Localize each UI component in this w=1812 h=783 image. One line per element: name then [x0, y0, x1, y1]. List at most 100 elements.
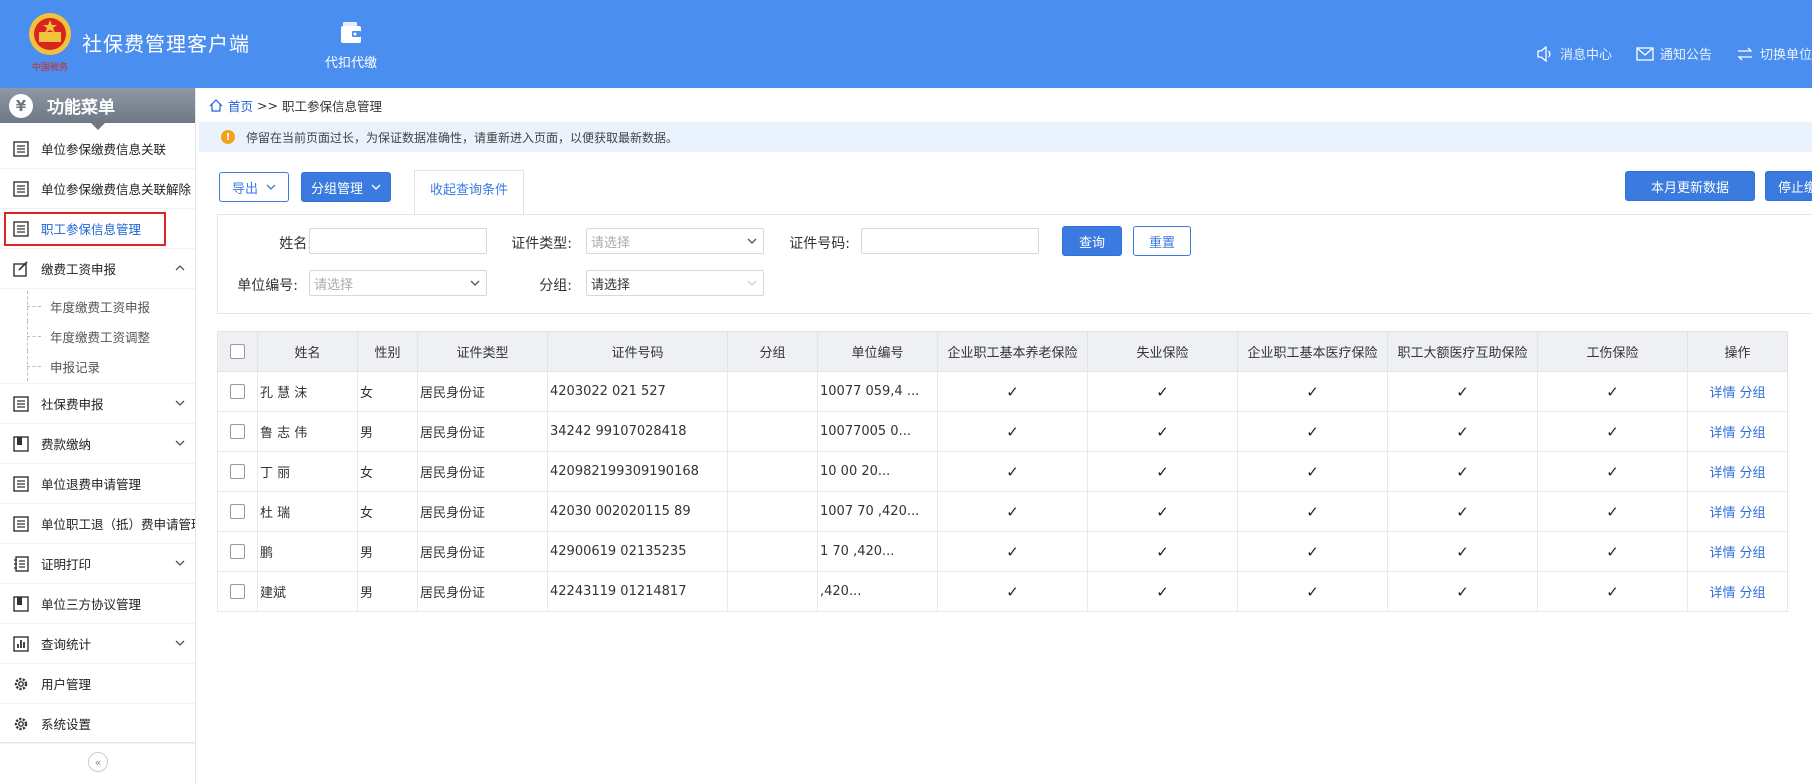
col-header-injury[interactable]: 工伤保险: [1537, 331, 1688, 372]
notice-link[interactable]: 通知公告: [1636, 44, 1712, 63]
national-emblem-icon: 中国税务: [29, 13, 71, 73]
col-header-major-medical[interactable]: 职工大额医疗互助保险: [1387, 331, 1538, 372]
sidebar-item-refund[interactable]: 单位退费申请管理: [0, 464, 195, 504]
chevron-down-icon: [747, 238, 757, 244]
group-manage-button[interactable]: 分组管理: [301, 172, 391, 202]
sidebar-subitem-annual-adjust[interactable]: 年度缴费工资调整: [0, 321, 195, 351]
breadcrumb-home-link[interactable]: 首页: [228, 96, 253, 115]
cell-gender: 男: [357, 571, 418, 612]
tab-collapse-filters[interactable]: 收起查询条件: [414, 170, 524, 214]
monthly-update-button[interactable]: 本月更新数据: [1625, 171, 1755, 201]
sidebar-item-certificate[interactable]: 证明打印: [0, 544, 195, 584]
unit-select[interactable]: 请选择: [309, 270, 487, 296]
notice-bar: ! 停留在当前页面过长，为保证数据准确性，请重新进入页面，以便获取最新数据。: [199, 122, 1812, 152]
swap-icon: [1737, 47, 1753, 60]
filter-panel: 姓名: 证件类型: 请选择 证件号码: 查询 重置 单位编号: 请选择 分组: …: [217, 214, 1812, 314]
group-link[interactable]: 分组: [1740, 586, 1766, 601]
sidebar-item-ss-declare[interactable]: 社保费申报: [0, 384, 195, 424]
group-link[interactable]: 分组: [1740, 426, 1766, 441]
sidebar-item-employee-refund[interactable]: 单位职工退（抵）费申请管理: [0, 504, 195, 544]
print-list-icon: [14, 555, 29, 572]
cell-major-medical-check: ✓: [1387, 411, 1538, 452]
cell-actions: 详情 分组: [1687, 531, 1788, 572]
group-select[interactable]: 请选择: [586, 270, 764, 296]
sidebar-item-wage-declare[interactable]: 缴费工资申报: [0, 249, 195, 289]
sidebar-item-payment[interactable]: 费款缴纳: [0, 424, 195, 464]
col-header-pension[interactable]: 企业职工基本养老保险: [937, 331, 1088, 372]
mail-icon: [1636, 46, 1654, 61]
speaker-icon: [1537, 45, 1551, 62]
sidebar-item-unit-link[interactable]: 单位参保缴费信息关联: [0, 129, 195, 169]
row-checkbox[interactable]: [230, 424, 245, 439]
sidebar-item-label: 用户管理: [41, 677, 92, 692]
row-checkbox[interactable]: [230, 384, 245, 399]
reset-button[interactable]: 重置: [1133, 226, 1191, 256]
sidebar-item-label: 缴费工资申报: [41, 262, 117, 277]
cell-injury-check: ✓: [1537, 491, 1688, 532]
chevron-down-icon: [470, 280, 480, 286]
col-header-actions: 操作: [1687, 331, 1788, 372]
sidebar-item-users[interactable]: 用户管理: [0, 664, 195, 704]
cell-name: 建斌: [257, 571, 358, 612]
detail-link[interactable]: 详情: [1709, 546, 1735, 561]
col-header-group[interactable]: 分组: [727, 331, 818, 372]
col-header-id-type[interactable]: 证件类型: [417, 331, 548, 372]
group-link[interactable]: 分组: [1740, 546, 1766, 561]
row-checkbox[interactable]: [230, 464, 245, 479]
sidebar-item-employee-info[interactable]: 职工参保信息管理: [0, 209, 195, 249]
cell-id-no: 420982199309190168: [547, 451, 728, 492]
sidebar-item-label: 费款缴纳: [41, 437, 92, 452]
select-all-checkbox[interactable]: [230, 344, 245, 359]
sidebar-item-statistics[interactable]: 查询统计: [0, 624, 195, 664]
export-label: 导出: [231, 181, 258, 197]
main-content: 首页 >> 职工参保信息管理 ! 停留在当前页面过长，为保证数据准确性，请重新进…: [197, 88, 1812, 783]
group-link[interactable]: 分组: [1740, 466, 1766, 481]
row-checkbox[interactable]: [230, 504, 245, 519]
detail-link[interactable]: 详情: [1709, 586, 1735, 601]
group-link[interactable]: 分组: [1740, 506, 1766, 521]
chevron-down-icon: [747, 280, 757, 286]
name-input[interactable]: [309, 228, 487, 254]
cell-group: [727, 451, 818, 492]
group-manage-label: 分组管理: [310, 181, 363, 197]
cell-medical-check: ✓: [1237, 571, 1388, 612]
sidebar-subitem-records[interactable]: 申报记录: [0, 351, 195, 381]
detail-link[interactable]: 详情: [1709, 386, 1735, 401]
cell-unit: ,420...: [817, 571, 938, 612]
id-type-select[interactable]: 请选择: [586, 228, 764, 254]
sidebar-item-settings[interactable]: 系统设置: [0, 704, 195, 744]
sidebar-item-label: 系统设置: [41, 717, 92, 732]
col-header-unit[interactable]: 单位编号: [817, 331, 938, 372]
col-header-id-no[interactable]: 证件号码: [547, 331, 728, 372]
search-button[interactable]: 查询: [1062, 226, 1122, 256]
switch-unit-link[interactable]: 切换单位: [1736, 44, 1812, 63]
col-header-name[interactable]: 姓名: [257, 331, 358, 372]
col-header-gender[interactable]: 性别: [357, 331, 418, 372]
detail-link[interactable]: 详情: [1709, 466, 1735, 481]
row-checkbox[interactable]: [230, 544, 245, 559]
cell-unit: 1007 70 ,420...: [817, 491, 938, 532]
message-center-link[interactable]: 消息中心: [1536, 44, 1612, 63]
table-row: 丁 丽女居民身份证 420982199309190168 10 00 20... ✓ ✓…: [217, 451, 1788, 492]
cell-unemployment-check: ✓: [1087, 531, 1238, 572]
col-header-unemployment[interactable]: 失业保险: [1087, 331, 1238, 372]
sidebar-subitem-annual-declare[interactable]: 年度缴费工资申报: [0, 291, 195, 321]
nav-withhold[interactable]: 代扣代缴: [318, 20, 384, 71]
export-button[interactable]: 导出: [219, 172, 289, 202]
group-link[interactable]: 分组: [1740, 386, 1766, 401]
sidebar-item-label: 单位职工退（抵）费申请管理: [41, 517, 195, 532]
cell-actions: 详情 分组: [1687, 571, 1788, 612]
detail-link[interactable]: 详情: [1709, 506, 1735, 521]
sidebar-item-tripartite[interactable]: 单位三方协议管理: [0, 584, 195, 624]
row-checkbox[interactable]: [230, 584, 245, 599]
cell-id-type: 居民身份证: [417, 531, 548, 572]
detail-link[interactable]: 详情: [1709, 426, 1735, 441]
cell-id-no: 4203022 021 527: [547, 371, 728, 412]
id-no-input[interactable]: [861, 228, 1039, 254]
col-header-medical[interactable]: 企业职工基本医疗保险: [1237, 331, 1388, 372]
home-icon: [209, 98, 223, 112]
sidebar-item-unit-unlink[interactable]: 单位参保缴费信息关联解除: [0, 169, 195, 209]
cell-group: [727, 371, 818, 412]
stop-button[interactable]: 停止缴: [1765, 171, 1812, 201]
sidebar-collapse-button[interactable]: «: [88, 752, 108, 772]
